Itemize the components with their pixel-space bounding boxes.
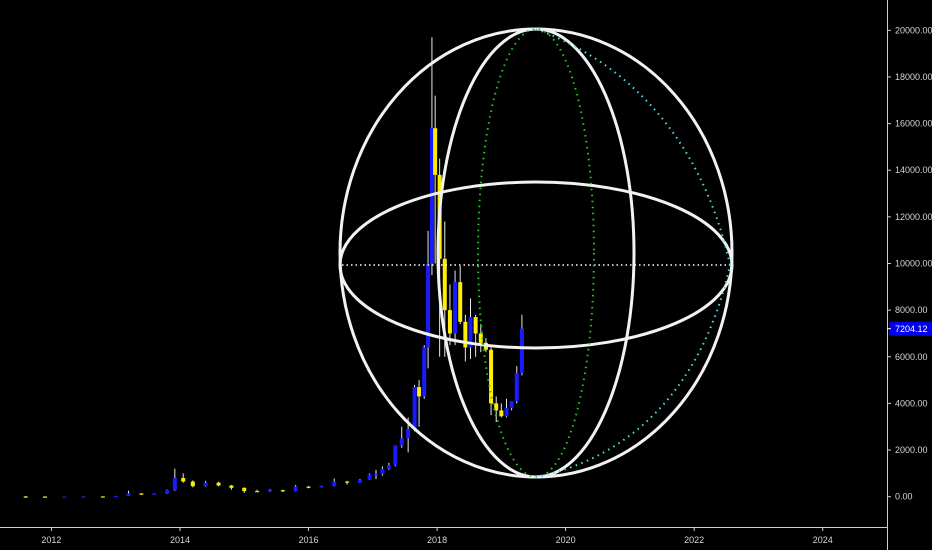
candle-up <box>514 373 519 402</box>
candle-up <box>509 401 514 409</box>
last-price-badge: 7204.12 <box>887 321 932 336</box>
x-tick-label: 2012 <box>41 535 61 545</box>
sphere-inner-meridian <box>436 27 636 479</box>
candle-down <box>280 490 285 492</box>
candle-up <box>422 347 427 397</box>
candle-down <box>442 258 447 311</box>
candle-down <box>417 387 422 397</box>
candle-up <box>386 465 391 469</box>
candle-down <box>499 410 504 417</box>
candle-up <box>399 438 404 446</box>
y-tick-label: 18000.00 <box>895 72 932 82</box>
candle-up <box>504 408 509 417</box>
candle-up <box>293 486 298 492</box>
candle-up <box>332 481 337 487</box>
candle-down <box>23 496 28 498</box>
candle-up <box>267 490 272 492</box>
candle-up <box>81 496 86 498</box>
candle-up <box>519 328 524 374</box>
candle-up <box>172 478 177 491</box>
candle-down <box>229 485 234 488</box>
x-axis-ticks[interactable]: 2012 2014 2016 2018 2020 2022 2024 <box>41 527 833 545</box>
x-tick-label: 2020 <box>556 535 576 545</box>
candle-down <box>458 282 463 322</box>
price-chart[interactable]: 0.00 2000.00 4000.00 6000.00 8000.00 10000.00… <box>0 0 932 550</box>
candle-down <box>345 481 350 483</box>
candle-up <box>393 445 398 466</box>
candle-up <box>412 387 417 430</box>
candle-up <box>113 495 118 498</box>
y-tick-label: 10000.00 <box>895 259 932 269</box>
candle-up <box>319 486 324 488</box>
y-tick-label: 0.00 <box>895 492 913 502</box>
candle-up <box>406 429 411 439</box>
x-tick-label: 2016 <box>299 535 319 545</box>
candle-down <box>190 481 195 487</box>
y-tick-label: 6000.00 <box>895 352 928 362</box>
candle-down <box>100 496 105 498</box>
candle-up <box>453 282 458 334</box>
candle-down <box>255 491 260 493</box>
candle-down <box>216 482 221 486</box>
candle-down <box>433 128 438 175</box>
candle-up <box>367 474 372 480</box>
candle-down <box>139 493 144 495</box>
candle-down <box>473 317 478 334</box>
candle-down <box>489 349 494 404</box>
candles <box>23 37 524 498</box>
candle-down <box>42 496 47 498</box>
candle-down <box>306 486 311 488</box>
y-tick-label: 16000.00 <box>895 119 932 129</box>
candle-up <box>380 468 385 475</box>
candle-down <box>242 487 247 492</box>
candle-down <box>181 478 186 482</box>
candle-up <box>126 493 131 496</box>
x-tick-label: 2024 <box>813 535 833 545</box>
candle-up <box>374 474 379 476</box>
sphere-drawing <box>338 27 734 479</box>
candle-up <box>357 479 362 483</box>
y-tick-label: 4000.00 <box>895 398 928 408</box>
x-tick-label: 2022 <box>684 535 704 545</box>
y-tick-label: 14000.00 <box>895 165 932 175</box>
y-tick-label: 8000.00 <box>895 305 928 315</box>
x-tick-label: 2018 <box>427 535 447 545</box>
y-tick-label: 20000.00 <box>895 25 932 35</box>
candle-up <box>152 493 157 495</box>
candle-up <box>62 496 67 498</box>
y-tick-label: 12000.00 <box>895 212 932 222</box>
candle-up <box>165 490 170 494</box>
candle-down <box>447 310 452 334</box>
x-tick-label: 2014 <box>170 535 190 545</box>
y-axis-ticks[interactable]: 0.00 2000.00 4000.00 6000.00 8000.00 10000.00… <box>887 25 932 502</box>
candle-up <box>203 482 208 487</box>
sphere-outer-circle <box>338 27 734 479</box>
last-price-label: 7204.12 <box>895 324 928 334</box>
y-tick-label: 2000.00 <box>895 445 928 455</box>
